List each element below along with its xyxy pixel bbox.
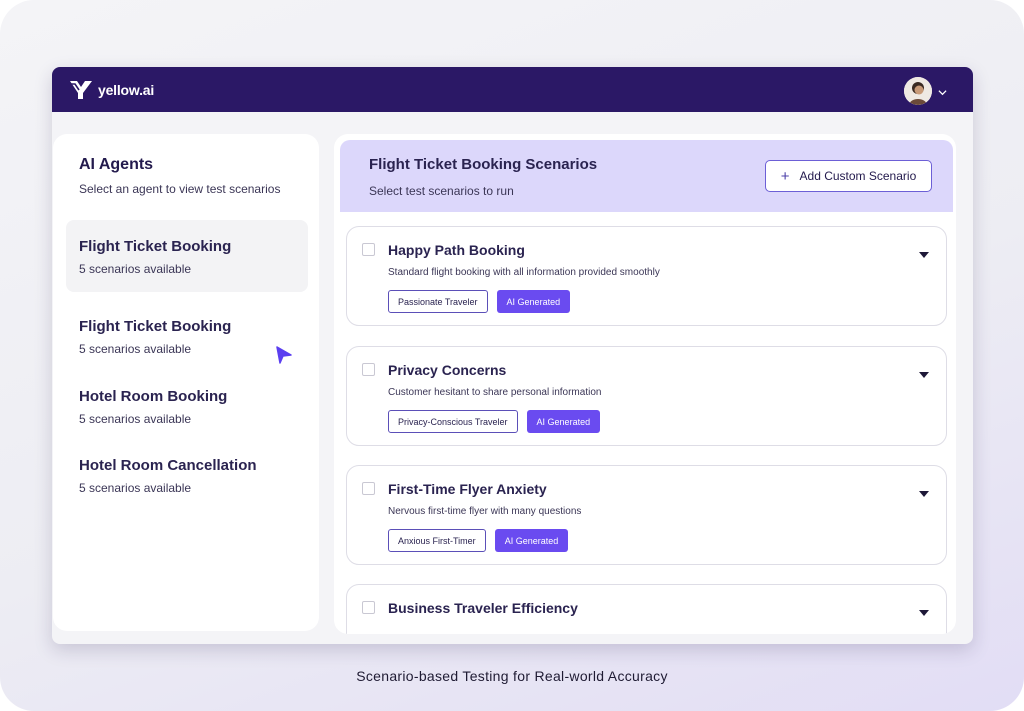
scenario-checkbox[interactable] bbox=[362, 601, 375, 614]
scenario-checkbox[interactable] bbox=[362, 482, 375, 495]
scenarios-panel: Flight Ticket Booking Scenarios Select t… bbox=[334, 134, 956, 634]
top-navigation-bar: yellow.ai bbox=[52, 67, 973, 112]
scenarios-title: Flight Ticket Booking Scenarios bbox=[369, 156, 598, 173]
sidebar-title: AI Agents bbox=[79, 156, 154, 173]
scenario-description: Customer hesitant to share personal info… bbox=[388, 387, 602, 398]
scenarios-subtitle: Select test scenarios to run bbox=[369, 184, 514, 198]
agent-item[interactable]: Hotel Room Cancellation 5 scenarios avai… bbox=[66, 439, 308, 511]
caret-down-icon[interactable] bbox=[919, 366, 929, 384]
figure-caption: Scenario-based Testing for Real-world Ac… bbox=[356, 668, 668, 684]
persona-tag: Anxious First-Timer bbox=[388, 529, 486, 552]
page-background: yellow.ai AI Agents Select an agent to v… bbox=[0, 0, 1024, 711]
agent-scenario-count: 5 scenarios available bbox=[79, 412, 192, 426]
scenario-card[interactable]: Happy Path Booking Standard flight booki… bbox=[346, 226, 947, 326]
scenario-tags: Passionate Traveler AI Generated bbox=[388, 290, 571, 313]
agent-item[interactable]: Flight Ticket Booking 5 scenarios availa… bbox=[66, 300, 308, 372]
scenario-checkbox[interactable] bbox=[362, 363, 375, 376]
persona-tag: Privacy-Conscious Traveler bbox=[388, 410, 518, 433]
agent-name: Hotel Room Booking bbox=[79, 388, 228, 405]
scenario-card[interactable]: First-Time Flyer Anxiety Nervous first-t… bbox=[346, 465, 947, 565]
ai-generated-badge: AI Generated bbox=[494, 529, 569, 552]
app-window: yellow.ai AI Agents Select an agent to v… bbox=[52, 67, 973, 644]
brand-logo[interactable]: yellow.ai bbox=[70, 79, 154, 101]
add-custom-scenario-button[interactable]: + Add Custom Scenario bbox=[765, 160, 932, 192]
caret-down-icon[interactable] bbox=[919, 485, 929, 503]
scenario-title: Business Traveler Efficiency bbox=[388, 600, 578, 616]
ai-generated-badge: AI Generated bbox=[496, 290, 571, 313]
scenario-card[interactable]: Business Traveler Efficiency bbox=[346, 584, 947, 634]
scenarios-header: Flight Ticket Booking Scenarios Select t… bbox=[340, 140, 953, 212]
plus-icon: + bbox=[780, 167, 790, 185]
pointer-cursor-icon bbox=[276, 346, 292, 369]
agent-name: Flight Ticket Booking bbox=[79, 318, 232, 335]
agent-scenario-count: 5 scenarios available bbox=[79, 481, 192, 495]
sidebar-subtitle: Select an agent to view test scenarios bbox=[79, 182, 281, 196]
agents-sidebar: AI Agents Select an agent to view test s… bbox=[53, 134, 319, 631]
agent-item[interactable]: Hotel Room Booking 5 scenarios available bbox=[66, 370, 308, 442]
caret-down-icon[interactable] bbox=[919, 246, 929, 264]
scenario-title: Privacy Concerns bbox=[388, 362, 507, 378]
yellow-ai-logo-icon bbox=[70, 81, 92, 99]
scenario-description: Standard flight booking with all informa… bbox=[388, 267, 660, 278]
agent-scenario-count: 5 scenarios available bbox=[79, 342, 192, 356]
brand-name: yellow.ai bbox=[98, 82, 155, 98]
scenario-card[interactable]: Privacy Concerns Customer hesitant to sh… bbox=[346, 346, 947, 446]
agent-name: Flight Ticket Booking bbox=[79, 238, 232, 255]
ai-generated-badge: AI Generated bbox=[526, 410, 601, 433]
caret-down-icon[interactable] bbox=[919, 604, 929, 622]
agent-item[interactable]: Flight Ticket Booking 5 scenarios availa… bbox=[66, 220, 308, 292]
scenario-title: First-Time Flyer Anxiety bbox=[388, 481, 547, 497]
scenario-tags: Privacy-Conscious Traveler AI Generated bbox=[388, 410, 601, 433]
agent-scenario-count: 5 scenarios available bbox=[79, 262, 192, 276]
scenario-checkbox[interactable] bbox=[362, 243, 375, 256]
scenario-description: Nervous first-time flyer with many quest… bbox=[388, 506, 582, 517]
chevron-down-icon[interactable] bbox=[938, 84, 947, 102]
add-custom-scenario-label: Add Custom Scenario bbox=[799, 169, 917, 183]
scenario-tags: Anxious First-Timer AI Generated bbox=[388, 529, 569, 552]
agent-name: Hotel Room Cancellation bbox=[79, 457, 257, 474]
scenario-title: Happy Path Booking bbox=[388, 242, 525, 258]
user-avatar-icon[interactable] bbox=[904, 77, 932, 105]
persona-tag: Passionate Traveler bbox=[388, 290, 488, 313]
